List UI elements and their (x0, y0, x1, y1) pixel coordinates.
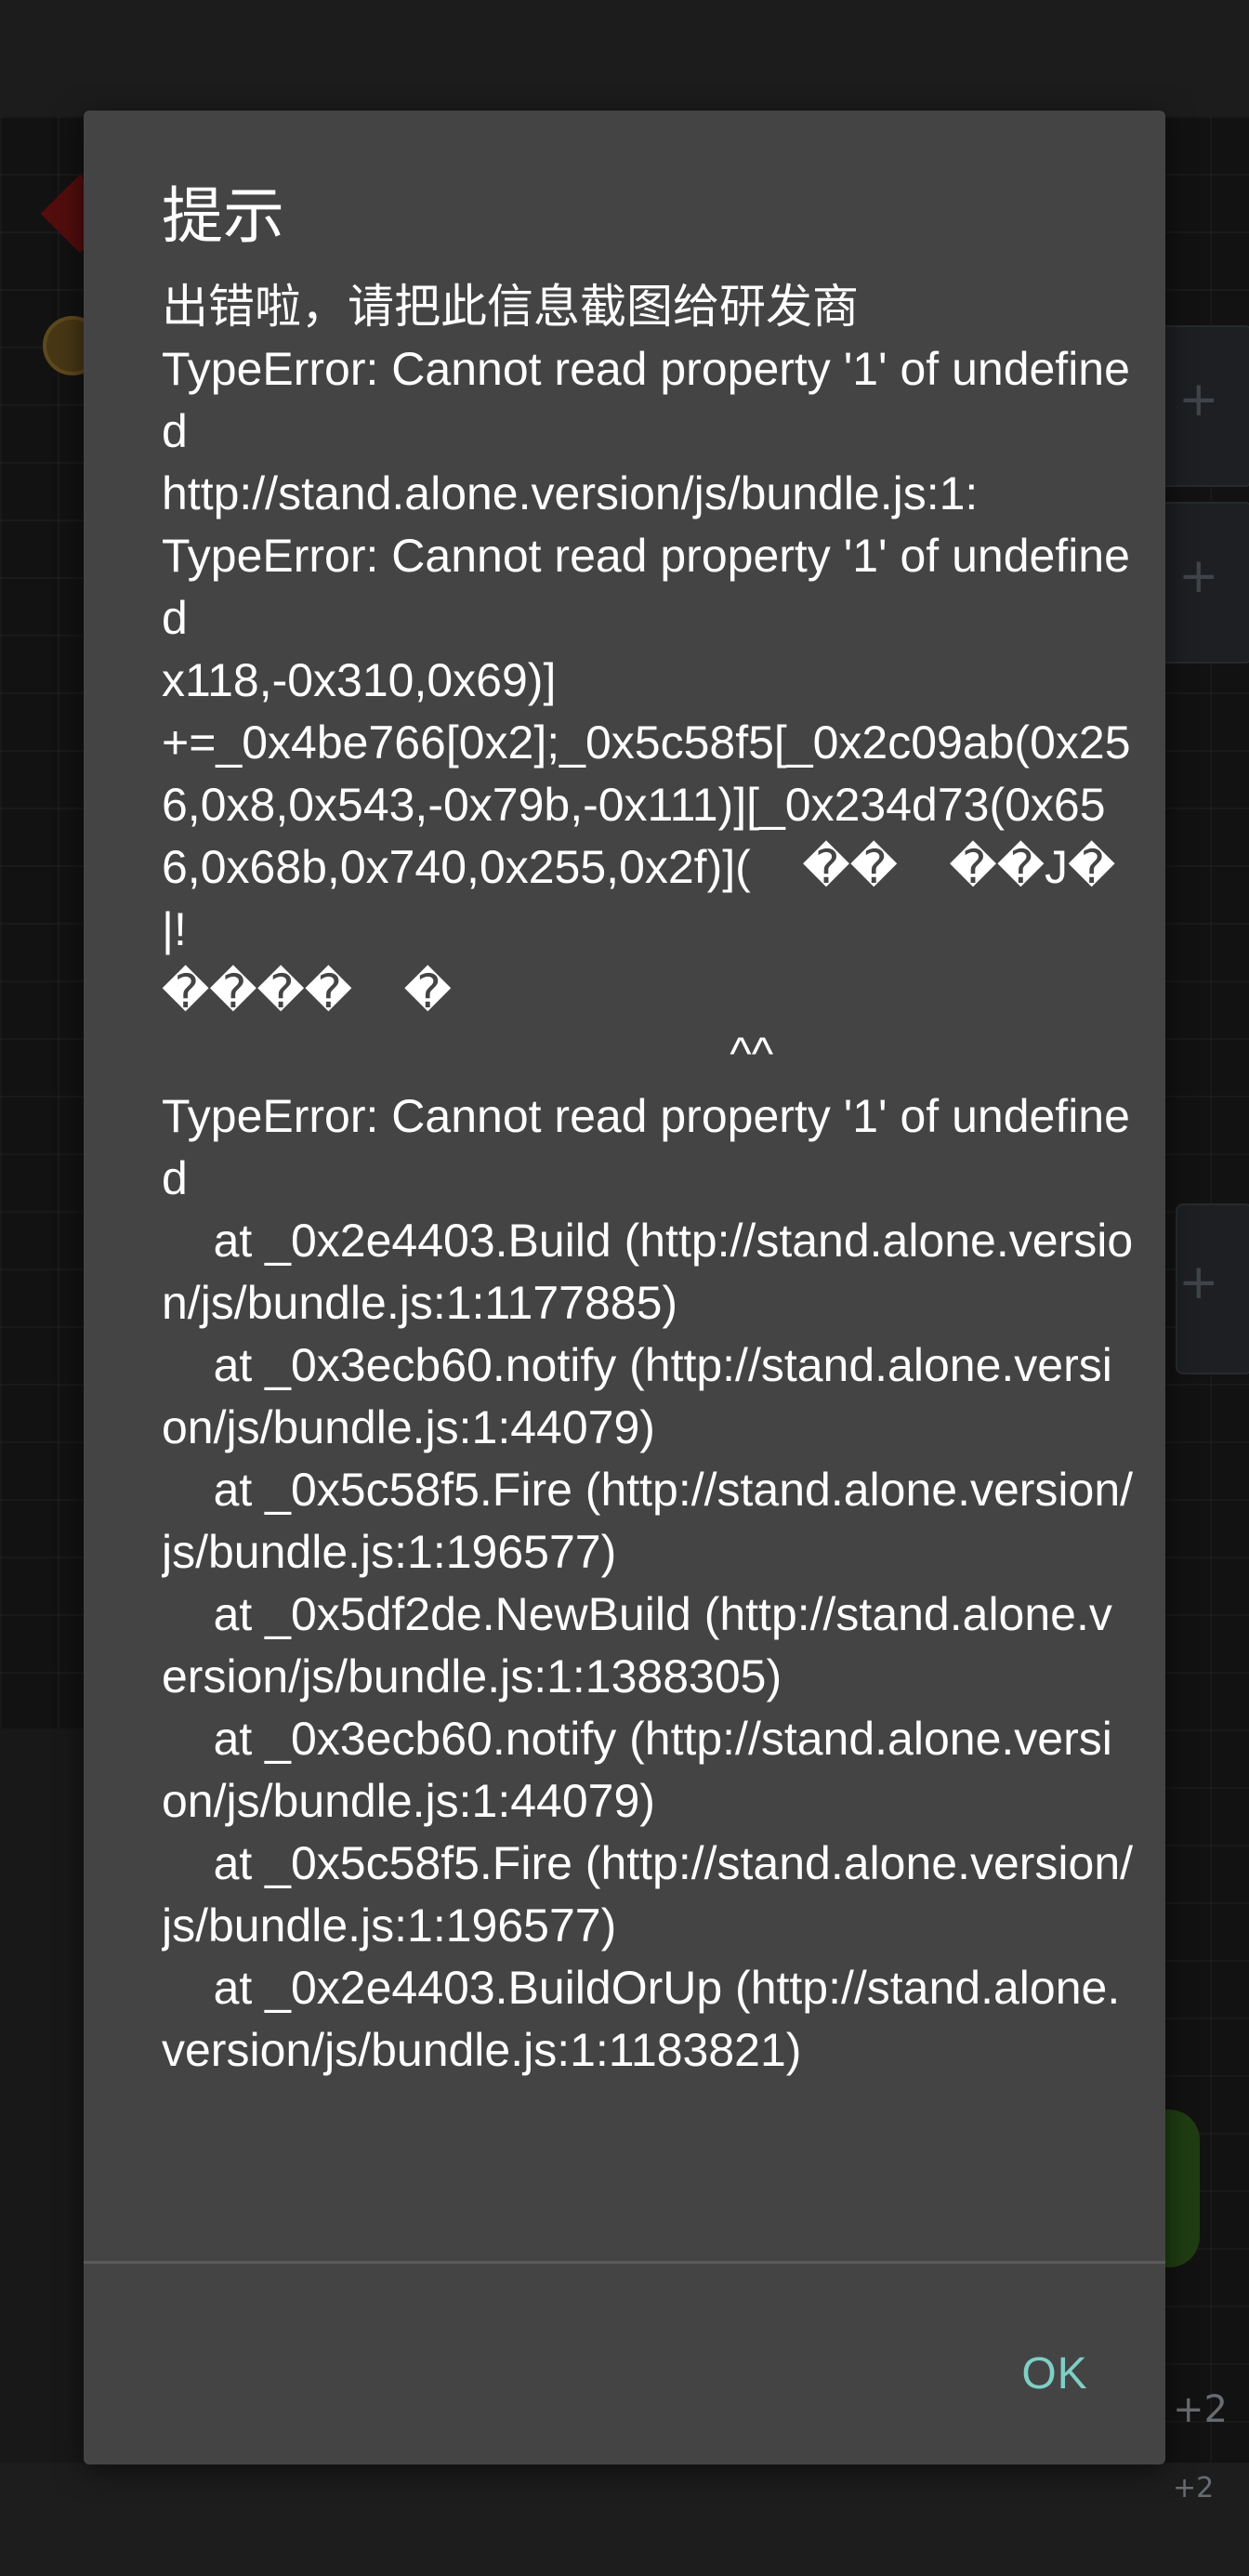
dialog-title: 提示 (162, 180, 284, 252)
error-message: 出错啦，请把此信息截图给研发商 TypeError: Cannot read p… (162, 281, 1134, 2076)
ok-button[interactable]: OK (966, 2322, 1143, 2425)
dialog-divider (84, 2261, 1165, 2264)
error-dialog: 提示 出错啦，请把此信息截图给研发商 TypeError: Cannot rea… (84, 111, 1165, 2464)
